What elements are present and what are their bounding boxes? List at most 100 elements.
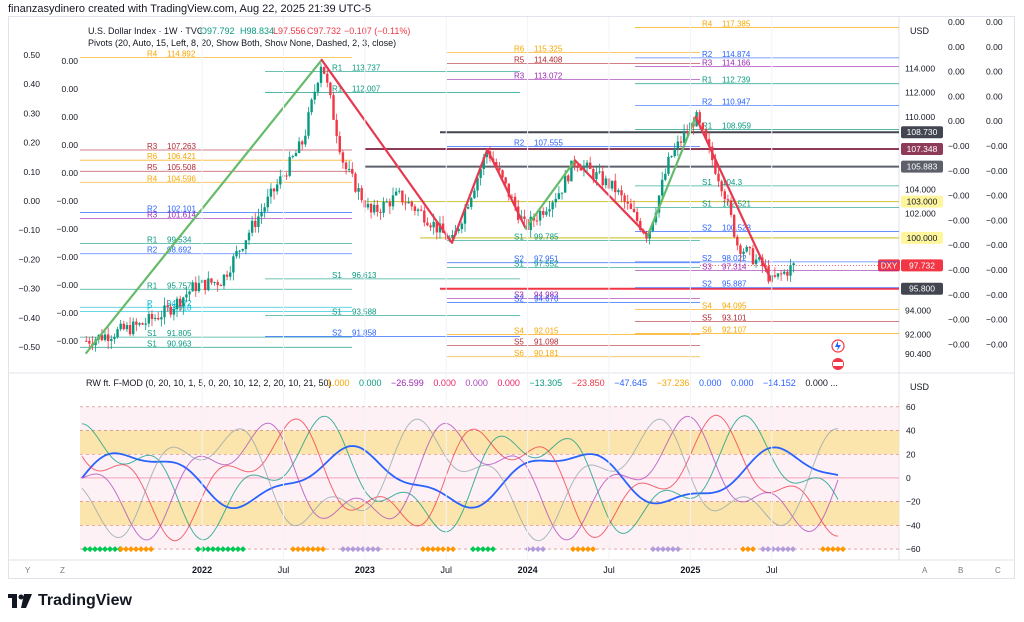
candle-body [432,221,435,228]
pivot-label: R2 [514,138,525,147]
main-title: U.S. Dollar Index · 1W · TVC [88,26,204,36]
ohlc-high: H98.834 [240,26,274,36]
candle-body [131,321,135,335]
pivot-value: 95.757 [167,281,192,290]
far-axis-label: −0.00 [948,265,970,275]
far-axis-label: −0.00 [986,315,1008,325]
osc-legend-value: −37.236 [657,378,690,388]
candle-body [626,201,629,204]
pivot-value: 104.596 [167,174,196,183]
candle-body [110,339,113,341]
far-axis-label: −0.00 [948,191,970,201]
pivot-label: S3 [702,262,712,271]
pivot-value: 115.325 [534,44,563,53]
pivot-value: 91.805 [167,329,192,338]
candle-body [460,223,464,230]
main-pane[interactable] [9,17,899,372]
candle-body [147,313,151,324]
pivot-label: S1 [332,271,342,280]
candle-body [122,323,126,330]
osc-legend-value: 0.000 [465,378,488,388]
candle-body [307,112,310,136]
candle-body [203,279,207,291]
mid-axis-label: −0.00 [56,280,78,290]
far-axis-label: −0.00 [948,141,970,151]
pivot-label: S4 [702,301,712,310]
far-axis-label: 0.00 [948,17,965,27]
pivot-value: 117.385 [722,19,751,28]
candle-body [369,203,373,213]
pivot-label: R1 [332,64,343,73]
pivot-label: R3 [514,72,525,81]
pivot-value: 112.739 [722,76,751,85]
pivot-value: 94.670 [534,294,559,303]
pivots-legend: Pivots (20, Auto, 15, Left, 8, 20, Show … [88,38,396,48]
candle-body [263,207,266,212]
candle-body [739,245,742,254]
candle-body [419,209,423,211]
candle-body [335,119,338,137]
osc-currency-label[interactable]: USD [910,382,930,392]
mid-axis-label: −0.00 [56,196,78,206]
candle-body [429,225,432,228]
far-axis-label: −0.00 [986,141,1008,151]
candle-body [169,306,172,315]
pivot-label: S2 [514,294,524,303]
osc-legend-value: −14.152 [763,378,796,388]
pivot-value: 90.963 [167,339,192,348]
candle-body [125,325,129,330]
price-tick-label: 92.000 [905,330,931,340]
pivot-label: S6 [702,325,712,334]
candle-body [670,156,673,158]
candle-body [235,251,238,257]
corner-y[interactable]: Y [25,566,31,575]
candle-body [207,278,210,291]
candle-body [141,323,144,325]
pivot-label: S1 [332,308,342,317]
candle-body [275,184,279,192]
corner-a[interactable]: A [922,566,928,575]
time-tick-label: Jul [278,565,290,575]
candle-body [188,291,191,295]
price-badge-label: 105.883 [907,162,938,172]
corner-c[interactable]: C [995,566,1001,575]
far-axis-label: −0.00 [986,166,1008,176]
candle-body [504,177,507,184]
candle-body [254,220,257,228]
candle-body [153,317,157,319]
candle-body [106,334,110,341]
pivot-value: 114.408 [534,55,563,64]
tradingview-logo-icon [8,594,32,608]
candle-body [119,323,122,330]
far-axis-label: 0.00 [948,91,965,101]
corner-b[interactable]: B [958,566,963,575]
time-tick-label: 2024 [518,565,538,575]
candle-body [660,179,664,196]
candle-body [551,202,554,210]
price-badge-label: 100.000 [907,233,938,243]
mid-axis-label: 0.00 [61,56,78,66]
pivot-value: 99.785 [534,232,559,241]
candle-body [194,282,197,292]
tradingview-brand[interactable]: TradingView [8,592,132,610]
pivot-value: 93.101 [722,313,747,322]
corner-z[interactable]: Z [60,566,65,575]
candle-body [595,172,598,180]
mid-axis-label: 0.00 [61,168,78,178]
candle-body [576,165,579,168]
candle-body [563,175,567,193]
candle-body [266,196,269,208]
candle-body [732,214,736,237]
candle-body [272,188,276,192]
left-axis-label: −0.20 [18,254,40,264]
far-axis-label: 0.00 [986,17,1003,27]
candle-body [138,323,141,325]
currency-label[interactable]: USD [910,26,930,36]
pivot-value: 113.737 [352,64,381,73]
candle-body [219,285,223,287]
candle-body [754,259,758,265]
time-tick-label: 2022 [192,565,212,575]
candle-body [394,191,398,196]
candle-body [160,317,163,320]
candle-body [116,329,119,338]
